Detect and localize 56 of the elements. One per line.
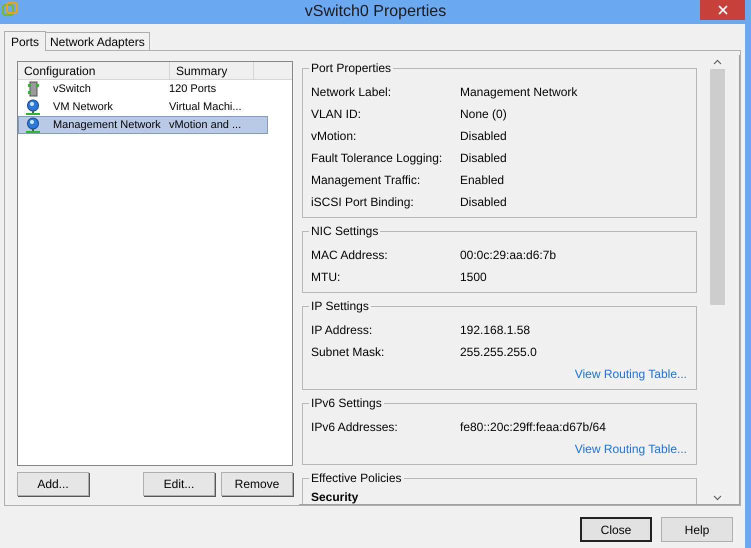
field-label: Subnet Mask: [311,344,386,361]
section-subheading: Security [311,490,360,504]
field-label: Management Traffic: [311,172,422,189]
field-value: Disabled [460,150,507,167]
group-title: Port Properties [309,61,394,75]
field-value: 00:0c:29:aa:d6:7b [460,247,556,264]
field-value: 255.255.255.0 [460,344,537,361]
group-title: NIC Settings [309,224,380,238]
group-title: IPv6 Settings [309,396,384,410]
field-value: 1500 [460,269,487,286]
field-value: None (0) [460,106,507,123]
field-label: MTU: [311,269,342,286]
field-value: fe80::20c:29ff:feaa:d67b/64 [460,419,606,436]
field-label: VLAN ID: [311,106,362,123]
globe-icon [25,117,41,133]
field-value: Disabled [460,194,507,211]
field-value: Enabled [460,172,504,189]
field-value: Disabled [460,128,507,145]
button[interactable]: Close [580,517,652,542]
field-label: vMotion: [311,128,358,145]
list-row[interactable]: Management Network vMotion and ... [18,116,268,134]
list-cell-text: Management Network [53,118,162,133]
field-value: 192.168.1.58 [460,322,530,339]
tab[interactable]: Network Adapters [45,32,150,50]
switch-icon [25,81,41,97]
field-label: Fault Tolerance Logging: [311,150,444,167]
list-cell-text: Virtual Machi... [169,100,242,115]
globe-icon [25,99,41,115]
close-icon [718,5,728,15]
field-label: IPv6 Addresses: [311,419,399,436]
window-title: vSwitch0 Properties [304,2,446,22]
scroll-thumb[interactable] [710,69,725,305]
list-cell-text: vSwitch [53,82,92,97]
field-label: iSCSI Port Binding: [311,194,415,211]
field-value: Management Network [460,84,578,101]
tab[interactable]: Ports [4,31,46,51]
button[interactable]: Add... [17,472,89,496]
button[interactable]: Edit... [143,472,215,496]
column-header[interactable]: Summary [170,62,254,79]
field-label: Network Label: [311,84,392,101]
list-cell-text: 120 Ports [169,82,216,97]
button[interactable]: Remove [221,472,293,496]
list-cell-text: VM Network [53,100,114,115]
field-label: MAC Address: [311,247,389,264]
column-header[interactable]: Configuration [18,62,170,79]
list-cell-text: vMotion and ... [169,118,242,133]
close-button[interactable] [700,0,745,20]
field-label: IP Address: [311,322,374,339]
group-title: Effective Policies [309,471,404,485]
list-row[interactable]: VM Network Virtual Machi... [18,98,268,116]
routing-table-link[interactable]: View Routing Table... [574,440,687,458]
group-title: IP Settings [309,299,371,313]
list-row[interactable]: vSwitch 120 Ports [18,80,268,98]
button[interactable]: Help [661,517,733,542]
app-logo-icon [2,2,18,18]
routing-table-link[interactable]: View Routing Table... [574,365,687,383]
